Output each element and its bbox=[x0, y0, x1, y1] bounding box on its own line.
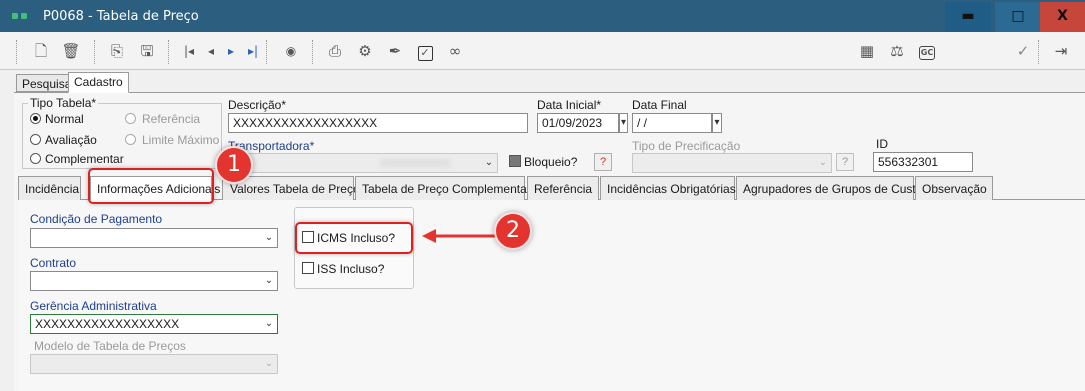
check-box-icon[interactable]: ✓ bbox=[414, 40, 436, 62]
data-final-dropdown[interactable]: ▾ bbox=[712, 113, 722, 133]
tipo-tabela-label: Tipo Tabela* bbox=[28, 96, 99, 110]
subtab-incidencias-obrigatorias[interactable]: Incidências Obrigatórias bbox=[600, 176, 736, 200]
toolbar-separator bbox=[266, 40, 267, 64]
tipo-precificacao-help-button: ? bbox=[836, 153, 854, 171]
app-icon bbox=[12, 13, 18, 19]
highlight-icms bbox=[295, 222, 413, 254]
minimize-button[interactable]: ▬ bbox=[945, 2, 991, 32]
title-bar: P0068 - Tabela de Preço bbox=[0, 0, 1085, 32]
contrato-dropdown-icon[interactable]: ⌄ bbox=[262, 272, 276, 290]
close-button[interactable]: X bbox=[1040, 2, 1085, 32]
data-inicial-dropdown[interactable]: ▾ bbox=[619, 113, 628, 133]
data-inicial-label: Data Inicial* bbox=[537, 98, 602, 112]
toolbar-separator bbox=[312, 40, 313, 64]
modelo-label: Modelo de Tabela de Preços bbox=[34, 339, 186, 353]
contrato-select[interactable] bbox=[30, 271, 278, 291]
data-inicial-input[interactable]: 01/09/2023 bbox=[537, 113, 619, 133]
blurred-value bbox=[380, 159, 450, 167]
confirm-icon[interactable]: ✓ bbox=[1012, 40, 1034, 62]
highlight-informacoes-adicionais bbox=[88, 168, 214, 204]
next-icon[interactable]: ▸ bbox=[220, 40, 242, 62]
subtab-tabela-preco-complementar[interactable]: Tabela de Preço Complementar bbox=[355, 176, 531, 200]
tipo-precificacao-select bbox=[632, 153, 832, 173]
descricao-input[interactable]: XXXXXXXXXXXXXXXXXX bbox=[228, 113, 528, 133]
arrow-head bbox=[422, 229, 436, 243]
first-icon[interactable]: |◂ bbox=[178, 40, 200, 62]
print-icon[interactable]: ⎙ bbox=[324, 40, 346, 62]
id-label: ID bbox=[876, 137, 888, 151]
condicao-pagamento-label: Condição de Pagamento bbox=[30, 212, 163, 226]
condicao-pagamento-dropdown-icon[interactable]: ⌄ bbox=[262, 229, 276, 247]
gc-icon[interactable]: GC bbox=[916, 40, 938, 62]
subtab-observacao[interactable]: Observação bbox=[915, 176, 993, 200]
toolbar-separator bbox=[16, 40, 17, 64]
tipo-precificacao-dropdown-icon: ⌄ bbox=[818, 157, 828, 168]
link-icon[interactable]: ∞ bbox=[444, 40, 466, 62]
gerencia-dropdown-icon[interactable]: ⌄ bbox=[262, 315, 276, 333]
bloqueio-label: Bloqueio? bbox=[524, 155, 578, 169]
descricao-label: Descrição* bbox=[228, 98, 287, 112]
prev-icon[interactable]: ◂ bbox=[200, 40, 222, 62]
radio-referencia-label: Referência bbox=[142, 112, 201, 126]
tipo-precificacao-label: Tipo de Precificação bbox=[632, 139, 741, 153]
radio-complementar-label: Complementar bbox=[45, 152, 124, 166]
annotation-badge-1: 1 bbox=[215, 146, 253, 184]
radio-limite-maximo bbox=[125, 134, 136, 145]
spreadsheet-icon[interactable]: ▦ bbox=[856, 40, 878, 62]
transportadora-input[interactable] bbox=[228, 153, 498, 173]
gerencia-select[interactable]: XXXXXXXXXXXXXXXXXX bbox=[30, 314, 278, 334]
window-title: P0068 - Tabela de Preço bbox=[43, 9, 199, 24]
subtab-incidencia[interactable]: Incidência bbox=[18, 176, 81, 200]
transportadora-dropdown-icon[interactable]: ⌄ bbox=[482, 154, 496, 172]
radio-limite-maximo-label: Limite Máximo bbox=[142, 133, 220, 147]
radio-avaliacao[interactable] bbox=[30, 134, 41, 145]
toolbar-separator bbox=[1038, 40, 1039, 64]
toolbar-separator bbox=[168, 40, 169, 64]
iss-checkbox[interactable] bbox=[302, 262, 314, 274]
radio-referencia bbox=[125, 113, 136, 124]
radio-normal-label: Normal bbox=[45, 112, 84, 126]
annotation-arrow bbox=[422, 229, 496, 243]
exit-icon[interactable]: ⇥ bbox=[1050, 40, 1072, 62]
new-icon[interactable]: 🗋 bbox=[30, 40, 52, 62]
contrato-label: Contrato bbox=[30, 256, 77, 270]
save-icon[interactable]: 🖫 bbox=[136, 40, 158, 62]
annotation-badge-2: 2 bbox=[494, 212, 532, 250]
balance-icon[interactable]: ⚖ bbox=[886, 40, 908, 62]
search-binoculars-icon[interactable]: ◉ bbox=[280, 40, 302, 62]
modelo-select bbox=[30, 354, 278, 374]
subtab-agrupadores[interactable]: Agrupadores de Grupos de Custo bbox=[736, 176, 922, 200]
radio-complementar[interactable] bbox=[30, 153, 41, 164]
toolbar-separator bbox=[94, 40, 95, 64]
maximize-button[interactable]: □ bbox=[995, 2, 1041, 32]
data-final-label: Data Final bbox=[632, 98, 687, 112]
copy-icon[interactable]: ⎘ bbox=[106, 40, 128, 62]
iss-label: ISS Incluso? bbox=[317, 262, 385, 276]
last-icon[interactable]: ▸| bbox=[242, 40, 264, 62]
radio-normal[interactable] bbox=[30, 113, 41, 124]
subtab-referencia[interactable]: Referência bbox=[527, 176, 599, 200]
id-input[interactable]: 556332301 bbox=[873, 152, 973, 172]
radio-avaliacao-label: Avaliação bbox=[45, 133, 97, 147]
modelo-dropdown-icon: ⌄ bbox=[264, 358, 274, 369]
condicao-pagamento-select[interactable] bbox=[30, 228, 278, 248]
gear-icon[interactable]: ⚙ bbox=[354, 40, 376, 62]
bloqueio-help-button[interactable]: ? bbox=[594, 153, 612, 171]
gerencia-label: Gerência Administrativa bbox=[30, 299, 157, 313]
data-final-input[interactable]: / / bbox=[632, 113, 712, 133]
bloqueio-checkbox[interactable] bbox=[509, 155, 521, 167]
delete-icon[interactable]: 🗑 bbox=[60, 40, 82, 62]
tab-cadastro[interactable]: Cadastro bbox=[68, 72, 129, 93]
attach-icon[interactable]: ✒ bbox=[384, 40, 406, 62]
